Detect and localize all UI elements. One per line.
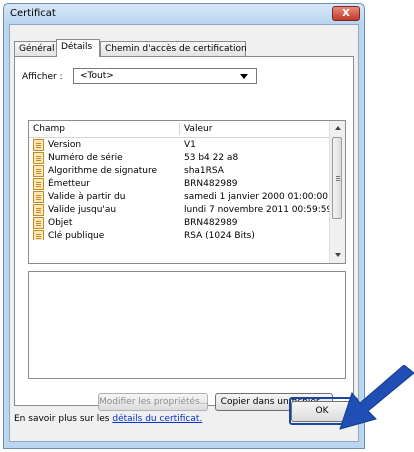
field-name: Algorithme de signature	[48, 166, 157, 176]
field-name: Émetteur	[48, 179, 90, 189]
certificate-details-link[interactable]: détails du certificat.	[112, 414, 202, 424]
field-value: samedi 1 janvier 2000 01:00:00	[184, 192, 328, 202]
certificate-field-icon	[33, 139, 44, 151]
field-detail-box[interactable]	[28, 271, 346, 379]
show-dropdown-value: <Tout>	[80, 71, 114, 81]
field-value: 53 b4 22 a8	[184, 153, 239, 163]
field-value: sha1RSA	[184, 166, 224, 176]
close-icon: X	[342, 8, 350, 19]
field-name: Objet	[48, 218, 73, 228]
title-bar[interactable]: Certificat X	[4, 4, 364, 24]
field-value: RSA (1024 Bits)	[184, 231, 255, 240]
list-header: Champ Valeur	[29, 121, 331, 138]
vertical-scrollbar[interactable]	[329, 121, 345, 263]
learn-more-text: En savoir plus sur les détails du certif…	[14, 414, 202, 424]
field-value: lundi 7 novembre 2011 00:59:59	[184, 205, 333, 215]
list-item[interactable]: Clé publique RSA (1024 Bits)	[29, 230, 331, 240]
list-item[interactable]: Émetteur BRN482989	[29, 178, 331, 191]
pointer-arrow-icon	[339, 365, 414, 430]
list-item[interactable]: Valide à partir du samedi 1 janvier 2000…	[29, 191, 331, 204]
certificate-field-icon	[33, 191, 44, 203]
field-value: BRN482989	[184, 179, 238, 189]
list-item[interactable]: Objet BRN482989	[29, 217, 331, 230]
field-name: Valide jusqu'au	[48, 205, 117, 215]
tab-details[interactable]: Détails	[56, 39, 100, 57]
tab-certification-path-label: Chemin d'accès de certification	[105, 44, 247, 54]
scrollbar-grip-icon	[336, 176, 340, 177]
tab-certification-path[interactable]: Chemin d'accès de certification	[100, 41, 247, 56]
field-name: Version	[48, 140, 82, 150]
window-title: Certificat	[10, 8, 56, 19]
dialog-client-area: Général Détails Chemin d'accès de certif…	[9, 24, 359, 442]
field-name: Numéro de série	[48, 153, 123, 163]
scrollbar-thumb[interactable]	[332, 137, 342, 219]
tab-general[interactable]: Général	[14, 41, 58, 56]
list-item[interactable]: Numéro de série 53 b4 22 a8	[29, 152, 331, 165]
close-button[interactable]: X	[332, 6, 360, 21]
certificate-dialog: Certificat X Général Détails Chemin d'ac…	[3, 3, 365, 449]
column-header-value[interactable]: Valeur	[184, 124, 212, 134]
scroll-up-arrow-icon[interactable]	[335, 126, 341, 130]
show-dropdown[interactable]: <Tout>	[73, 68, 257, 84]
certificate-field-icon	[33, 217, 44, 229]
certificate-field-icon	[33, 165, 44, 177]
certificate-field-icon	[33, 204, 44, 216]
tab-general-label: Général	[19, 44, 55, 54]
modify-properties-button[interactable]: Modifier les propriétés...	[98, 393, 208, 411]
column-header-field[interactable]: Champ	[33, 124, 65, 134]
list-item[interactable]: Version V1	[29, 139, 331, 152]
details-panel: Afficher : <Tout> Champ Valeur Version V…	[14, 56, 354, 411]
tab-details-label: Détails	[61, 42, 93, 52]
certificate-field-icon	[33, 230, 44, 240]
field-value: BRN482989	[184, 218, 238, 228]
field-name: Clé publique	[48, 231, 105, 240]
list-item[interactable]: Valide jusqu'au lundi 7 novembre 2011 00…	[29, 204, 333, 217]
scroll-down-arrow-icon[interactable]	[335, 253, 341, 257]
chevron-down-icon	[240, 74, 248, 79]
pointer-arrow-shape	[339, 365, 414, 430]
certificate-field-icon	[33, 178, 44, 190]
show-label: Afficher :	[22, 72, 63, 82]
field-name: Valide à partir du	[48, 192, 126, 202]
column-separator[interactable]	[179, 123, 180, 135]
list-item[interactable]: Algorithme de signature sha1RSA	[29, 165, 331, 178]
learn-more-prefix: En savoir plus sur les	[14, 414, 113, 424]
certificate-field-icon	[33, 152, 44, 164]
field-value: V1	[184, 140, 196, 150]
fields-list[interactable]: Champ Valeur Version V1 Numéro de série …	[28, 120, 346, 264]
